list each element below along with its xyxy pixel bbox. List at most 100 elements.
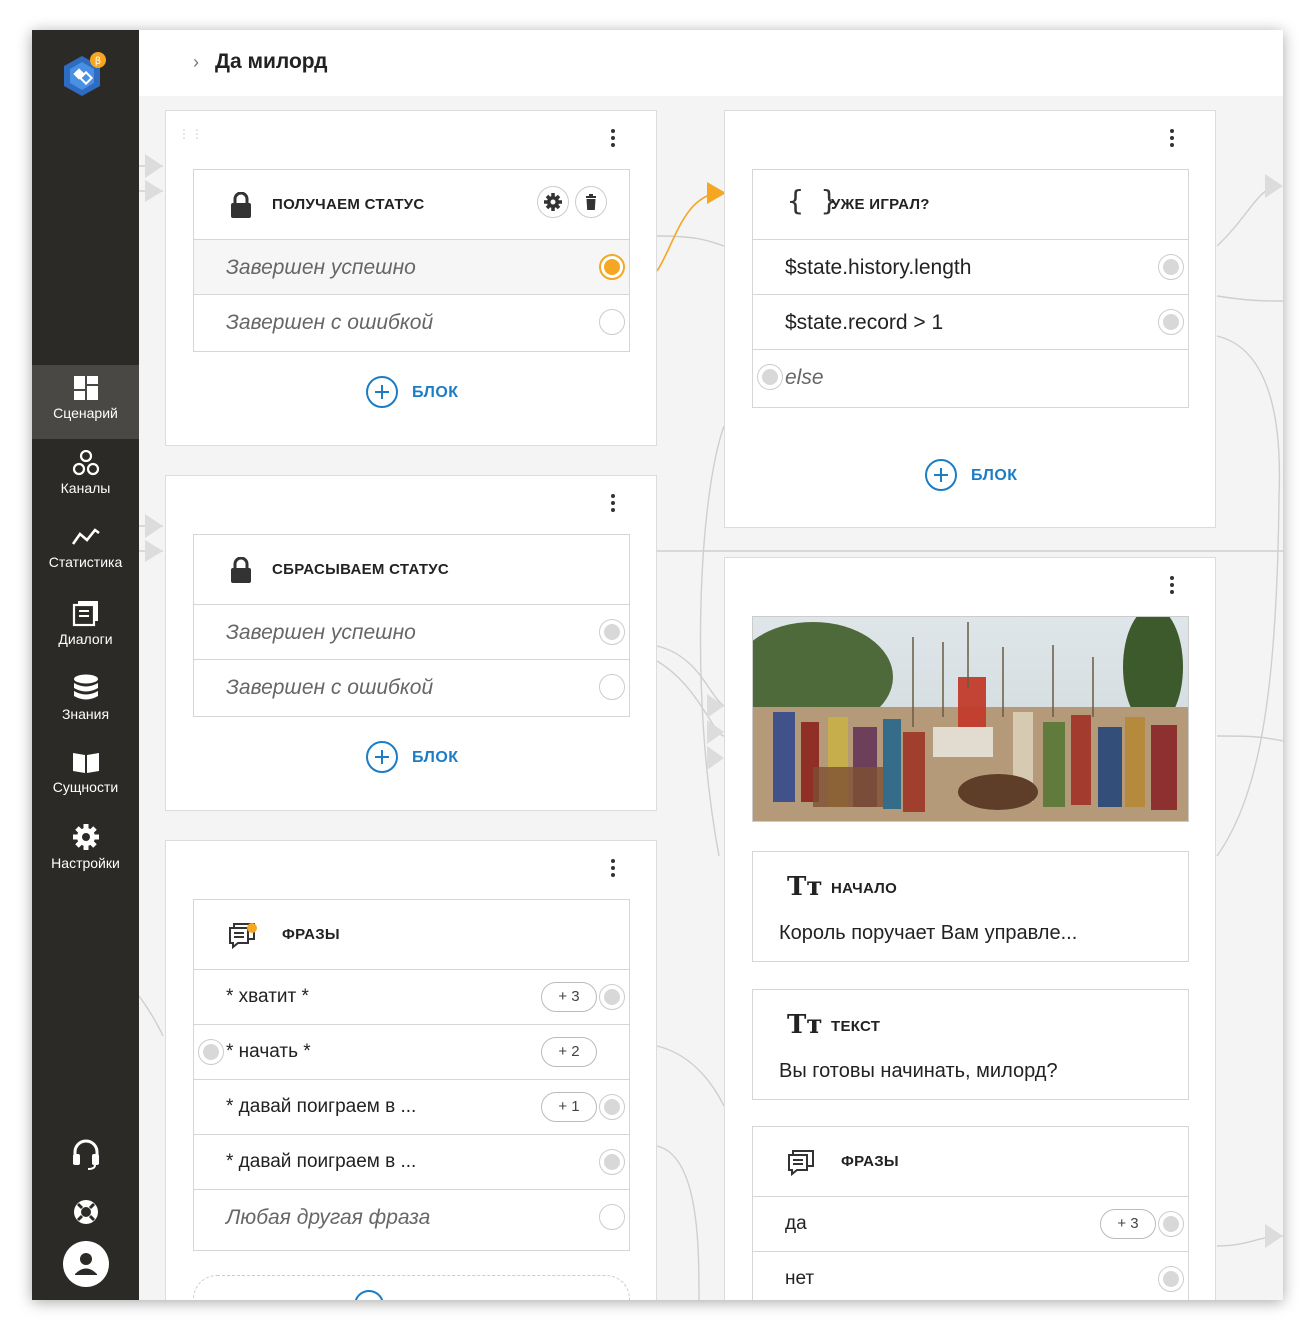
condition-block[interactable]: { } УЖЕ ИГРАЛ? $state.history.length $st… (752, 169, 1189, 408)
block-title: ФРАЗЫ (841, 1153, 899, 1170)
gear-icon (544, 193, 562, 211)
connector-dot[interactable] (198, 1039, 224, 1065)
connector-dot[interactable] (599, 1204, 625, 1230)
nav-label: Настройки (51, 855, 120, 871)
trash-icon (586, 194, 596, 210)
add-block-placeholder[interactable] (193, 1275, 630, 1300)
row-label: да (785, 1213, 807, 1234)
scenario-canvas[interactable]: ⋮⋮ ПОЛУЧАЕМ СТАТУС Завершен успешно Заве… (139, 96, 1283, 1300)
connector-dot[interactable] (599, 984, 625, 1010)
book-icon (72, 753, 99, 773)
screen-get-status[interactable]: ⋮⋮ ПОЛУЧАЕМ СТАТУС Завершен успешно Заве… (165, 110, 657, 446)
phrases-block[interactable]: ФРАЗЫ * хватит * + 3 * начать * + 2 * да… (193, 899, 630, 1251)
list-item[interactable]: * начать * + 2 (194, 1025, 629, 1080)
action-block[interactable]: СБРАСЫВАЕМ СТАТУС Завершен успешно Завер… (193, 534, 630, 717)
nav-knowledge[interactable]: Знания (32, 664, 139, 738)
connector-dot[interactable] (599, 1149, 625, 1175)
row-label: * давай поиграем в ... (226, 1151, 417, 1172)
sidebar: β Сценарий Каналы Статистика Диалоги Зна… (32, 30, 139, 1300)
connector-dot[interactable] (1158, 1211, 1184, 1237)
row-label: Завершен с ошибкой (226, 311, 434, 334)
list-item[interactable]: Завершен успешно (194, 605, 629, 660)
connector-dot[interactable] (757, 364, 783, 390)
list-item[interactable]: нет (753, 1252, 1188, 1300)
channels-icon (72, 450, 99, 476)
screen-phrases[interactable]: ФРАЗЫ * хватит * + 3 * начать * + 2 * да… (165, 840, 657, 1300)
list-item[interactable]: * хватит * + 3 (194, 970, 629, 1025)
more-phrases-badge[interactable]: + 1 (541, 1092, 597, 1122)
list-item[interactable]: * давай поиграем в ... + 1 (194, 1080, 629, 1135)
connector-dot[interactable] (599, 1094, 625, 1120)
list-item[interactable]: Завершен с ошибкой (194, 295, 629, 350)
action-block[interactable]: ПОЛУЧАЕМ СТАТУС Завершен успешно Заверше… (193, 169, 630, 352)
text-block-text[interactable]: Tт ТЕКСТ Вы готовы начинать, милорд? (752, 989, 1189, 1100)
help-button[interactable] (32, 1198, 139, 1231)
drag-handle-icon[interactable]: ⋮⋮ (178, 128, 204, 140)
screen-start[interactable]: Tт НАЧАЛО Король поручает Вам управле...… (724, 557, 1216, 1300)
text-block-start[interactable]: Tт НАЧАЛО Король поручает Вам управле... (752, 851, 1189, 962)
nav-label: Диалоги (58, 631, 113, 647)
more-phrases-badge[interactable]: + 3 (541, 982, 597, 1012)
plus-icon (366, 741, 398, 773)
block-delete-button[interactable] (575, 186, 607, 218)
block-title: ТЕКСТ (831, 1018, 881, 1035)
list-item[interactable]: Завершен с ошибкой (194, 660, 629, 715)
connector-dot[interactable] (1158, 254, 1184, 280)
logo-icon[interactable]: β (60, 50, 110, 100)
connector-dot[interactable] (599, 254, 625, 280)
user-avatar[interactable] (32, 1241, 139, 1292)
block-header: ФРАЗЫ (194, 900, 629, 970)
phrases-block[interactable]: ФРАЗЫ да + 3 нет (752, 1126, 1189, 1300)
add-block-label: БЛОК (971, 467, 1018, 484)
block-settings-button[interactable] (537, 186, 569, 218)
plus-icon (925, 459, 957, 491)
row-label: * начать * (226, 1041, 311, 1062)
connector-dot[interactable] (599, 674, 625, 700)
add-block-button[interactable]: БЛОК (925, 459, 1045, 495)
more-phrases-badge[interactable]: + 2 (541, 1037, 597, 1067)
more-menu-icon[interactable] (610, 129, 616, 149)
more-phrases-badge[interactable]: + 3 (1100, 1209, 1156, 1239)
row-label: $state.history.length (785, 256, 972, 279)
chevron-right-icon[interactable]: › (193, 52, 199, 73)
stats-icon (71, 528, 100, 545)
svg-text:β: β (95, 56, 101, 67)
dialogs-icon (72, 601, 98, 627)
screen-played[interactable]: { } УЖЕ ИГРАЛ? $state.history.length $st… (724, 110, 1216, 528)
text-type-icon: Tт (787, 872, 823, 902)
more-menu-icon[interactable] (1169, 576, 1175, 596)
list-item[interactable]: да + 3 (753, 1197, 1188, 1252)
screen-reset-status[interactable]: СБРАСЫВАЕМ СТАТУС Завершен успешно Завер… (165, 475, 657, 811)
list-item[interactable]: Завершен успешно (194, 240, 629, 295)
more-menu-icon[interactable] (610, 494, 616, 514)
nav-dialogs[interactable]: Диалоги (32, 589, 139, 663)
list-item[interactable]: else (753, 350, 1188, 405)
list-item[interactable]: * давай поиграем в ... (194, 1135, 629, 1190)
nav-stats[interactable]: Статистика (32, 514, 139, 588)
add-block-button[interactable]: БЛОК (366, 376, 486, 412)
nav-label: Знания (61, 706, 110, 722)
block-title: НАЧАЛО (831, 880, 898, 897)
connector-dot[interactable] (599, 309, 625, 335)
nav-settings[interactable]: Настройки (32, 813, 139, 887)
nav-channels[interactable]: Каналы (32, 440, 139, 514)
support-button[interactable] (32, 1138, 139, 1175)
block-header: { } УЖЕ ИГРАЛ? (753, 170, 1188, 240)
row-label: * хватит * (226, 986, 309, 1007)
connector-dot[interactable] (599, 619, 625, 645)
nav-entities[interactable]: Сущности (32, 739, 139, 813)
row-label: Завершен успешно (226, 621, 416, 644)
nav-scenario[interactable]: Сценарий (32, 365, 139, 439)
connector-dot[interactable] (1158, 309, 1184, 335)
more-menu-icon[interactable] (610, 859, 616, 879)
lock-icon (231, 557, 251, 583)
more-menu-icon[interactable] (1169, 129, 1175, 149)
connector-dot[interactable] (1158, 1266, 1184, 1292)
list-item[interactable]: Любая другая фраза (194, 1190, 629, 1245)
list-item[interactable]: $state.record > 1 (753, 295, 1188, 350)
block-text: Вы готовы начинать, милорд? (779, 1060, 1058, 1082)
list-item[interactable]: $state.history.length (753, 240, 1188, 295)
image-block[interactable] (752, 616, 1189, 822)
add-block-button[interactable]: БЛОК (366, 741, 486, 777)
nav-label: Статистика (48, 554, 123, 570)
